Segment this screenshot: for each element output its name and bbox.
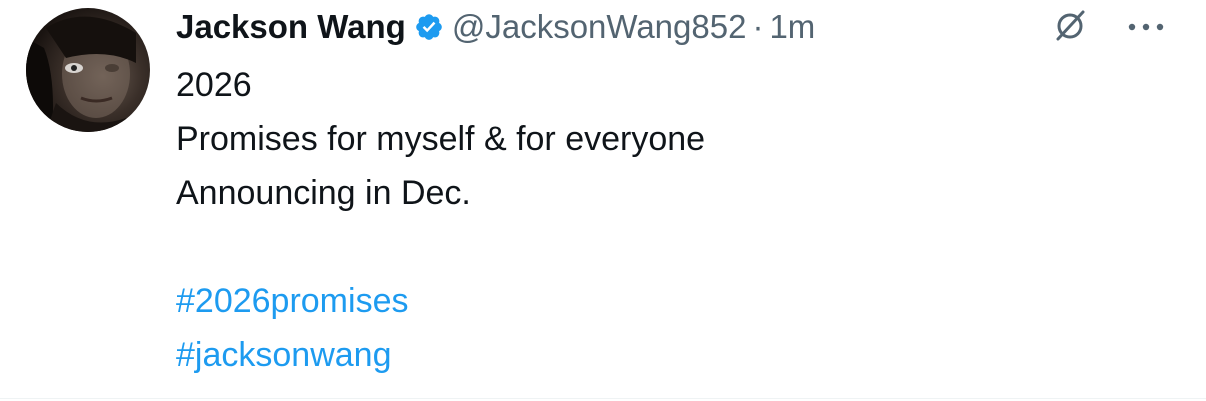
grok-icon (1056, 10, 1085, 41)
divider (0, 398, 1206, 399)
author-handle[interactable]: @JacksonWang852 (452, 8, 747, 46)
avatar-image (26, 16, 136, 132)
avatar[interactable] (26, 8, 150, 132)
tweet-text-line: 2026 (176, 66, 252, 104)
timestamp[interactable]: 1m (769, 8, 815, 46)
tweet-text-line: Announcing in Dec. (176, 174, 471, 212)
author-display-name[interactable]: Jackson Wang (176, 8, 406, 46)
separator-dot: · (752, 8, 764, 45)
more-options-button[interactable] (1124, 10, 1168, 44)
hashtag-link[interactable]: #2026promises (176, 274, 705, 328)
hashtag-link[interactable]: #jacksonwang (176, 328, 705, 382)
grok-button[interactable] (1050, 6, 1090, 46)
verified-badge-icon (414, 12, 444, 42)
tweet-text-line: Promises for myself & for everyone (176, 120, 706, 158)
tweet: Jackson Wang @JacksonWang852 · 1m 2026 P… (0, 0, 1206, 401)
more-options-icon (1128, 23, 1164, 31)
tweet-header: Jackson Wang @JacksonWang852 · 1m (176, 4, 815, 50)
tweet-text: 2026 Promises for myself & for everyone … (176, 58, 705, 382)
